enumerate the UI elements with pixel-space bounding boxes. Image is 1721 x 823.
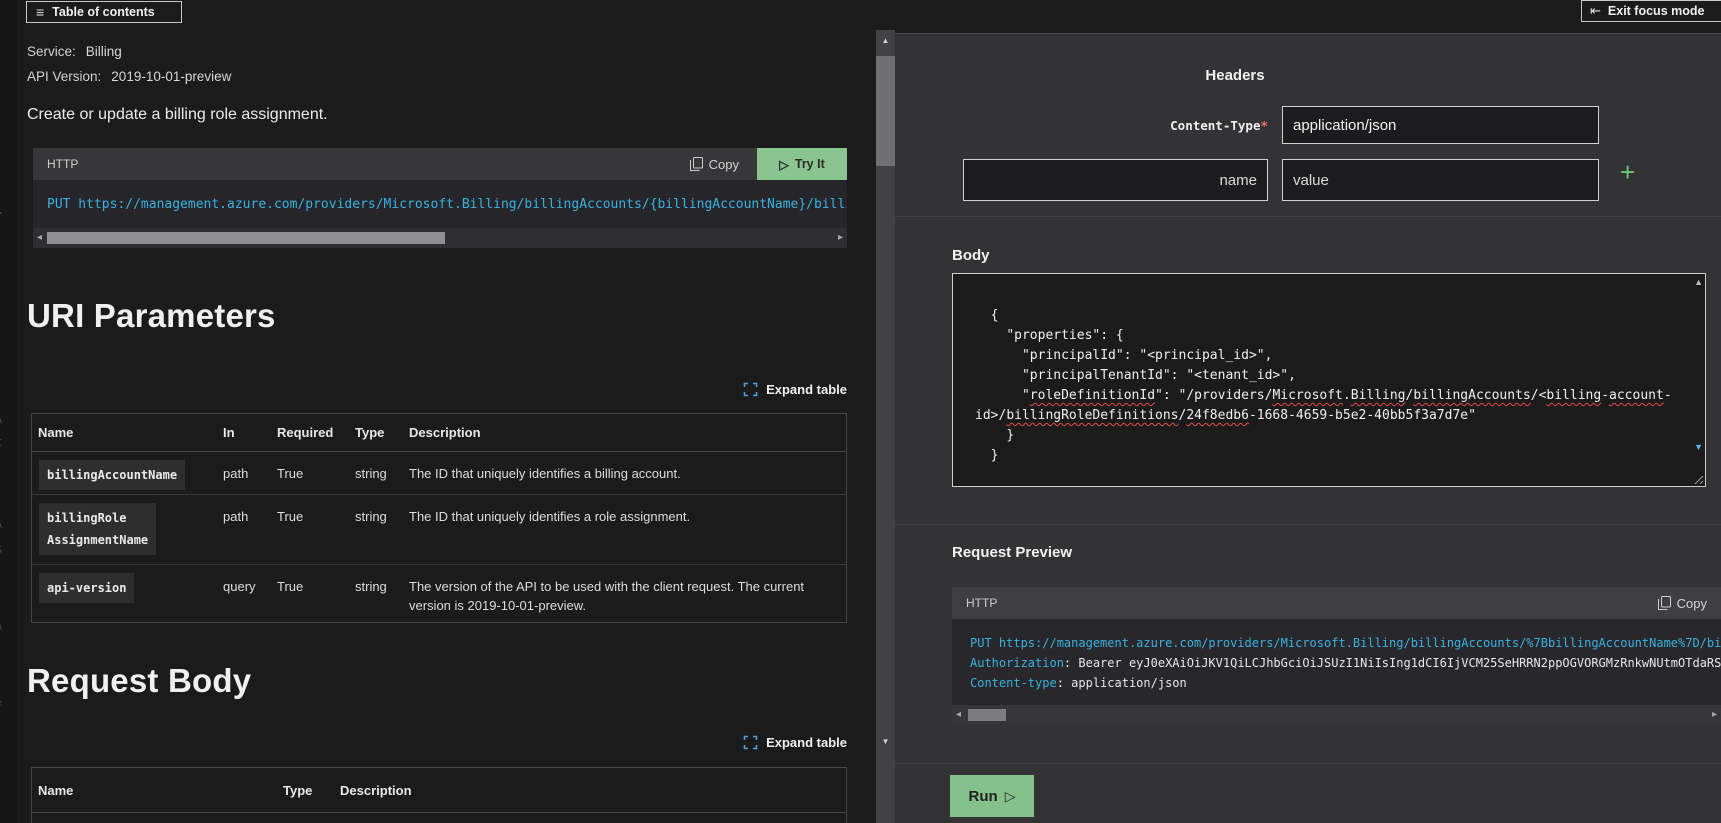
doc-vertical-scrollbar[interactable]: ▲ ▼ [876, 30, 895, 823]
uri-parameters-table: Name In Required Type Description billin… [31, 413, 847, 623]
expand-table-button-body[interactable]: Expand table [33, 735, 847, 750]
table-of-contents-button[interactable]: ≡ Table of contents [26, 1, 182, 23]
table-header-row: Name Type Description [32, 768, 846, 813]
param-name-chip: api-version [39, 573, 134, 603]
section-divider [895, 763, 1721, 764]
scroll-down-icon[interactable]: ▼ [876, 737, 895, 746]
table-row: billingRole AssignmentName path True str… [32, 494, 846, 564]
play-outline-icon: ▷ [1005, 788, 1016, 805]
exit-focus-icon: ⇤ [1590, 3, 1601, 19]
code-language-label: HTTP [966, 596, 1658, 610]
api-version-label: API Version: [27, 69, 101, 84]
body-textarea[interactable]: { "properties": { "principalId": "<princ… [952, 273, 1706, 487]
scrollbar-thumb[interactable] [876, 56, 895, 166]
code-language-label: HTTP [47, 157, 690, 171]
copy-button[interactable]: Copy [1658, 596, 1707, 611]
copy-icon [690, 157, 703, 171]
body-json-content: { "properties": { "principalId": "<princ… [953, 274, 1705, 466]
request-body-table: Name Type Description [31, 767, 847, 823]
code-block-header: HTTP Copy [952, 587, 1721, 619]
headers-section-title: Headers [1165, 67, 1305, 84]
table-row: billingAccountName path True string The … [32, 452, 846, 494]
add-header-button[interactable]: + [1620, 161, 1635, 183]
play-outline-icon: ▷ [779, 157, 789, 172]
copy-button[interactable]: Copy [690, 157, 739, 172]
toc-button-label: Table of contents [52, 5, 155, 19]
hamburger-icon: ≡ [36, 4, 44, 20]
scroll-left-icon[interactable]: ◂ [37, 231, 42, 245]
scroll-up-icon[interactable]: ▲ [1694, 277, 1703, 287]
header-value-input[interactable] [1282, 159, 1599, 201]
preview-horizontal-scrollbar[interactable]: ◂ ▸ [952, 705, 1721, 725]
exit-focus-label: Exit focus mode [1608, 4, 1705, 18]
request-url-code-block: HTTP Copy ▷ Try It PUT https://managemen… [33, 148, 847, 248]
api-version-value: 2019-10-01-preview [111, 69, 231, 84]
request-url-code: PUT https://management.azure.com/provide… [33, 180, 847, 228]
header-name-input[interactable] [963, 159, 1268, 201]
section-divider [895, 216, 1721, 217]
request-preview-title: Request Preview [952, 544, 1072, 561]
operation-description: Create or update a billing role assignme… [27, 106, 328, 124]
app-root: >ACASAF ≡ Table of contents ⇤ Exit focus… [0, 0, 1721, 823]
scrollbar-thumb[interactable] [47, 232, 445, 244]
exit-focus-button[interactable]: ⇤ Exit focus mode [1581, 0, 1721, 22]
scroll-right-icon[interactable]: ▸ [1712, 708, 1717, 722]
content-type-label: Content-Type* [995, 118, 1268, 133]
request-preview-code: PUT https://management.azure.com/provide… [952, 619, 1721, 705]
param-name-chip: billingAccountName [39, 460, 185, 490]
resize-grip-icon[interactable] [1693, 474, 1704, 485]
scroll-up-icon[interactable]: ▲ [876, 36, 895, 45]
try-it-console-panel: Headers Content-Type* + Body { "properti… [895, 33, 1721, 823]
expand-icon [743, 382, 758, 397]
collapsed-toc-edge: >ACASAF [0, 0, 17, 823]
section-divider [895, 524, 1721, 525]
table-header-row: Name In Required Type Description [32, 414, 846, 452]
scroll-down-icon[interactable]: ▼ [1694, 442, 1703, 452]
param-name-chip: billingRole AssignmentName [39, 503, 156, 555]
try-it-button[interactable]: ▷ Try It [757, 148, 847, 180]
service-line: Service: Billing [27, 44, 122, 59]
request-preview-code-block: HTTP Copy PUT https://management.azure.c… [952, 587, 1721, 725]
body-section-title: Body [952, 247, 990, 264]
expand-icon [743, 735, 758, 750]
table-row: api-version query True string The versio… [32, 564, 846, 622]
api-version-line: API Version: 2019-10-01-preview [27, 69, 231, 84]
scroll-right-icon[interactable]: ▸ [838, 231, 843, 245]
required-asterisk: * [1260, 118, 1268, 133]
service-value: Billing [86, 44, 122, 59]
scroll-left-icon[interactable]: ◂ [956, 708, 961, 722]
uri-parameters-title: URI Parameters [27, 297, 276, 335]
copy-icon [1658, 596, 1671, 610]
code-horizontal-scrollbar[interactable]: ◂ ▸ [33, 228, 847, 248]
request-body-title: Request Body [27, 662, 251, 700]
code-block-header: HTTP Copy ▷ Try It [33, 148, 847, 180]
expand-table-button-uri[interactable]: Expand table [33, 382, 847, 397]
service-label: Service: [27, 44, 76, 59]
scrollbar-thumb[interactable] [968, 709, 1006, 721]
run-button[interactable]: Run ▷ [950, 775, 1034, 817]
content-type-input[interactable] [1282, 106, 1599, 144]
